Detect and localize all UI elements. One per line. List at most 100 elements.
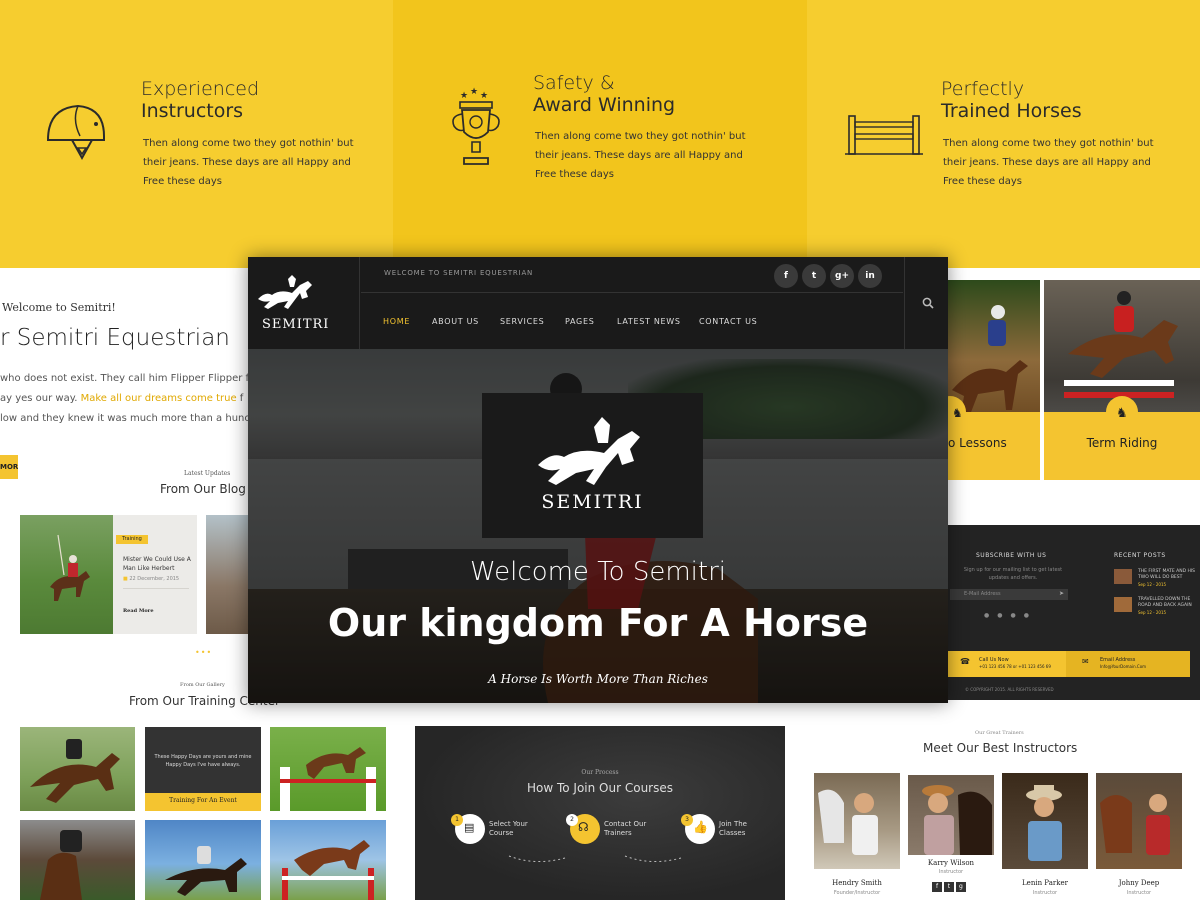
gallery-image[interactable] — [270, 727, 386, 811]
rider-horse-icon — [40, 830, 82, 900]
nav-latest-news[interactable]: LATEST NEWS — [617, 317, 681, 326]
horse-logo-icon — [538, 417, 640, 485]
feature-award: ★ ★ ★ Safety & Award Winning Then along co… — [393, 0, 807, 268]
step-label: Select Your Course — [489, 820, 528, 838]
nav-services[interactable]: SERVICES — [500, 317, 544, 326]
feature-title: Safety & Award Winning — [533, 72, 675, 116]
gallery-caption: Training For An Event — [169, 797, 237, 804]
trainer-photo[interactable] — [814, 773, 900, 869]
gallery-image[interactable] — [20, 727, 135, 811]
trainer-photo[interactable] — [1096, 773, 1182, 869]
process-bg — [415, 726, 785, 900]
step-line2: Classes — [719, 829, 746, 837]
read-more-link[interactable]: Read More — [123, 608, 154, 614]
about-line-3: low and they knew it was much more than … — [0, 413, 248, 424]
subscribe-title: SUBSCRIBE WITH US — [976, 552, 1047, 559]
blog-post-card: Training Mister We Could Use A Man Like … — [113, 515, 197, 634]
post-date: ■ 22 December, 2015 — [123, 576, 179, 582]
read-more-button[interactable]: MOR — [0, 455, 18, 479]
calendar-icon: ■ — [123, 576, 128, 582]
subscribe-text: Sign up for our mailing list to get late… — [963, 567, 1063, 581]
feature-title: Perfectly Trained Horses — [941, 78, 1082, 122]
gallery-kicker: From Our Gallery — [180, 682, 225, 688]
step-number: 1 — [451, 814, 463, 826]
gallery-image[interactable] — [270, 820, 386, 900]
footer-preview: SUBSCRIBE WITH US Sign up for our mailin… — [948, 525, 1200, 700]
recent-post-thumb[interactable] — [1114, 597, 1132, 612]
nav-pages[interactable]: PAGES — [565, 317, 594, 326]
service-card-riding[interactable]: ♞ Term Riding — [1044, 280, 1200, 480]
document-icon: ▤ — [464, 821, 475, 834]
hero-mockup: SEMITRI WELCOME TO SEMITRI EQUESTRIAN f … — [248, 257, 948, 703]
service-card-lessons[interactable]: ♞ o Lessons — [934, 280, 1040, 480]
recent-post-title[interactable]: TRAVELLED DOWN THE ROAD AND BACK AGAIN — [1138, 597, 1198, 609]
gallery-image[interactable] — [145, 820, 261, 900]
nav-about-us[interactable]: ABOUT US — [432, 317, 479, 326]
about-line-2-start: ay yes our way. — [0, 393, 78, 404]
recent-post-thumb[interactable] — [1114, 569, 1132, 584]
trainer-photo[interactable] — [908, 775, 994, 855]
google-plus-icon[interactable]: g+ — [830, 264, 854, 288]
trainer-portrait — [1026, 785, 1062, 861]
dreams-link[interactable]: Make all our dreams come true — [81, 393, 237, 404]
about-line-2-end: f — [239, 393, 244, 404]
jumping-horse-icon — [30, 739, 120, 803]
email-address[interactable]: Info@YourDomain.Com — [1100, 664, 1146, 669]
feature-title-line1: Experienced — [141, 78, 260, 100]
topbar-text: WELCOME TO SEMITRI EQUESTRIAN — [384, 269, 534, 277]
trainer-name: Lenin Parker — [1022, 879, 1068, 887]
trainer-name: Johny Deep — [1118, 879, 1160, 887]
blog-post-image[interactable] — [20, 515, 113, 634]
step-number: 2 — [566, 814, 578, 826]
about-section: Welcome to Semitri! r Semitri Equestrian… — [0, 268, 248, 720]
nav-contact-us[interactable]: CONTACT US — [699, 317, 757, 326]
gallery-quote-card[interactable]: These Happy Days are yours and mine Happ… — [145, 727, 261, 811]
feature-title-line2: Award Winning — [533, 94, 676, 116]
service-card-footer: ♞ o Lessons — [934, 396, 1040, 480]
gallery-quote: These Happy Days are yours and mine Happ… — [154, 754, 252, 768]
email-label: Email Address — [1100, 657, 1136, 663]
jump-rider-icon: ♞ — [1116, 406, 1128, 421]
twitter-icon[interactable]: t — [802, 264, 826, 288]
facebook-icon[interactable]: f — [774, 264, 798, 288]
feature-title-line2: Trained Horses — [941, 100, 1082, 122]
trophy-icon: ★ ★ ★ — [452, 87, 500, 165]
step-line1: Join The — [719, 820, 747, 828]
about-title: r Semitri Equestrian — [0, 325, 230, 351]
recent-post-date: Sep 12 - 2015 — [1138, 582, 1167, 587]
google-plus-icon[interactable]: g — [955, 882, 966, 892]
blog-post-image-2[interactable] — [206, 515, 248, 634]
feature-title-line1: Perfectly — [941, 78, 1025, 100]
trainer-role: Founder/Instructor — [833, 890, 881, 896]
post-date-text: 22 December, 2015 — [129, 576, 180, 582]
email-input[interactable]: E-Mail Address ➤ — [950, 589, 1068, 600]
recent-post-title[interactable]: THE FIRST MATE AND HIS TWO WILL DO BEST — [1138, 569, 1198, 581]
hero-welcome: Welcome To Semitri — [470, 557, 726, 587]
footer-social-icons[interactable]: ●●●● — [984, 612, 1037, 619]
site-logo[interactable]: SEMITRI — [248, 257, 360, 349]
step-line1: Contact Our — [604, 820, 647, 828]
twitter-icon[interactable]: t — [943, 882, 954, 892]
site-header: SEMITRI WELCOME TO SEMITRI EQUESTRIAN f … — [248, 257, 948, 349]
trainer-role: Instructor — [1032, 890, 1058, 896]
trainer-photo[interactable] — [1002, 773, 1088, 869]
facebook-icon[interactable]: f — [932, 882, 942, 892]
process-section: Our Process How To Join Our Courses ▤ 1 … — [415, 726, 785, 900]
post-title[interactable]: Mister We Could Use A Man Like Herbert — [123, 555, 193, 573]
search-icon[interactable] — [922, 297, 934, 309]
carousel-dots[interactable]: ••• — [195, 648, 212, 657]
send-icon[interactable]: ➤ — [1059, 590, 1064, 597]
feature-text: Then along come two they got nothin' but… — [943, 138, 1154, 187]
mail-icon: ✉ — [1082, 657, 1089, 666]
hero-headline: Our kingdom For A Horse — [327, 601, 869, 645]
nav-home[interactable]: HOME — [383, 317, 410, 326]
trainer-social[interactable]: f t g — [932, 882, 966, 892]
process-title: How To Join Our Courses — [526, 781, 674, 795]
features-band: Experienced Instructors Then along come … — [0, 0, 1200, 268]
linkedin-icon[interactable]: in — [858, 264, 882, 288]
about-line-2: ay yes our way. Make all our dreams come… — [0, 393, 243, 404]
feature-instructors: Experienced Instructors Then along come … — [0, 0, 393, 268]
svg-text:★: ★ — [480, 91, 488, 101]
gallery-image[interactable] — [20, 820, 135, 900]
feature-horses: Perfectly Trained Horses Then along come… — [807, 0, 1200, 268]
